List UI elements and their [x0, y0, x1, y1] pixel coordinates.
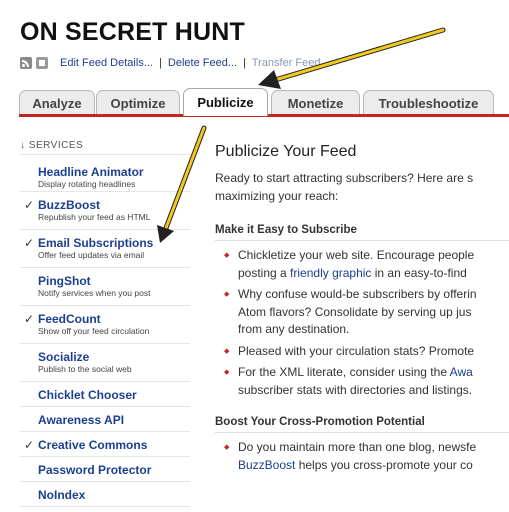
service-name[interactable]: Socialize	[38, 350, 190, 364]
bullet-line: Why confuse would-be subscribers by offe…	[238, 287, 477, 301]
list-item: For the XML literate, consider using the…	[215, 364, 509, 399]
bullet-text: posting a	[238, 265, 291, 280]
tab-publicize[interactable]: Publicize	[183, 88, 268, 116]
bullet-line: subscriber stats with directories and li…	[238, 382, 473, 397]
service-name[interactable]: Awareness API	[38, 413, 190, 427]
check-icon: ✓	[24, 236, 35, 250]
edit-feed-details-link[interactable]: Edit Feed Details...	[60, 57, 153, 69]
list-item: Chickletize your web site. Encourage peo…	[215, 247, 509, 282]
sidebar-item-creative-commons[interactable]: ✓ Creative Commons	[20, 432, 190, 457]
service-description: Display rotating headlines	[38, 179, 136, 189]
service-description: Offer feed updates via email	[38, 250, 145, 260]
feed-actions-bar: Edit Feed Details... | Delete Feed... | …	[20, 55, 330, 71]
services-list: Headline Animator Display rotating headl…	[20, 155, 190, 507]
separator: |	[159, 57, 162, 69]
bullet-line: Do you maintain more than one blog, news…	[238, 440, 477, 454]
service-name[interactable]: Chicklet Chooser	[38, 388, 190, 402]
list-item: Do you maintain more than one blog, news…	[215, 439, 509, 474]
intro-text: Ready to start attracting subscribers? H…	[215, 169, 509, 205]
feed-links: Edit Feed Details... | Delete Feed... | …	[60, 57, 330, 69]
sidebar-item-socialize[interactable]: Socialize Publish to the social web	[20, 344, 190, 382]
tab-analyze[interactable]: Analyze	[19, 90, 95, 115]
check-icon: ✓	[24, 312, 35, 326]
service-name[interactable]: PingShot	[38, 274, 190, 288]
services-sidebar: ↓ SERVICES Headline Animator Display rot…	[20, 132, 190, 507]
section-heading-subscribe: Make it Easy to Subscribe	[215, 224, 357, 236]
bullet-text: For the XML literate, consider using the	[238, 365, 450, 379]
bullet-line: For the XML literate, consider using the…	[238, 364, 509, 382]
sidebar-item-feedcount[interactable]: ✓ FeedCount Show off your feed circulati…	[20, 306, 190, 344]
service-description: Notify services when you post	[38, 288, 151, 298]
bullet-text: helps you cross-promote your co	[295, 457, 473, 472]
separator: |	[243, 57, 246, 69]
transfer-feed-link[interactable]: Transfer Feed...	[252, 57, 330, 69]
service-name[interactable]: BuzzBoost	[38, 198, 190, 212]
tab-monetize[interactable]: Monetize	[271, 90, 360, 115]
intro-line: maximizing your reach:	[215, 189, 339, 203]
tab-optimize[interactable]: Optimize	[96, 90, 180, 115]
tab-troubleshootize[interactable]: Troubleshootize	[363, 90, 494, 115]
list-item: Pleased with your circulation stats? Pro…	[215, 343, 509, 361]
feed-page-icon[interactable]	[36, 57, 48, 69]
bullet-line: Atom flavors? Consolidate by serving up …	[238, 304, 472, 319]
buzzboost-link[interactable]: BuzzBoost	[238, 458, 295, 472]
section-divider	[215, 432, 509, 433]
service-name[interactable]: Creative Commons	[38, 438, 190, 452]
bullet-text: in an easy-to-find	[371, 265, 467, 280]
rss-feed-icon[interactable]	[20, 57, 32, 69]
friendly-graphic-link[interactable]: friendly graphic	[290, 266, 371, 280]
section-heading-cross-promotion: Boost Your Cross-Promotion Potential	[215, 416, 425, 428]
sidebar-item-chicklet-chooser[interactable]: Chicklet Chooser	[20, 382, 190, 407]
service-name[interactable]: FeedCount	[38, 312, 190, 326]
bullet-line: from any destination.	[238, 322, 350, 336]
service-name[interactable]: NoIndex	[38, 488, 190, 502]
sidebar-item-pingshot[interactable]: PingShot Notify services when you post	[20, 268, 190, 306]
sidebar-item-password-protector[interactable]: Password Protector	[20, 457, 190, 482]
subscribe-tips-list: Chickletize your web site. Encourage peo…	[215, 247, 509, 399]
cross-promotion-list: Do you maintain more than one blog, news…	[215, 439, 509, 474]
site-title: ON SECRET HUNT	[20, 18, 246, 46]
check-icon: ✓	[24, 438, 35, 452]
services-header: ↓ SERVICES	[20, 132, 190, 155]
sidebar-item-email-subscriptions[interactable]: ✓ Email Subscriptions Offer feed updates…	[20, 230, 190, 268]
page-title: Publicize Your Feed	[215, 143, 357, 160]
intro-line: Ready to start attracting subscribers? H…	[215, 171, 474, 185]
awareness-api-link[interactable]: Awa	[450, 365, 473, 379]
service-name[interactable]: Email Subscriptions	[38, 236, 190, 250]
bullet-line: posting a friendly graphic in an easy-to…	[238, 265, 509, 283]
delete-feed-link[interactable]: Delete Feed...	[168, 57, 237, 69]
service-name[interactable]: Headline Animator	[38, 165, 190, 179]
bullet-line: Pleased with your circulation stats? Pro…	[238, 343, 475, 358]
check-icon: ✓	[24, 198, 35, 212]
service-description: Republish your feed as HTML	[38, 212, 151, 222]
main-content: Publicize Your Feed Ready to start attra…	[215, 140, 509, 478]
sidebar-item-buzzboost[interactable]: ✓ BuzzBoost Republish your feed as HTML	[20, 192, 190, 230]
service-name[interactable]: Password Protector	[38, 463, 190, 477]
sidebar-item-awareness-api[interactable]: Awareness API	[20, 407, 190, 432]
sidebar-item-noindex[interactable]: NoIndex	[20, 482, 190, 507]
service-description: Show off your feed circulation	[38, 326, 150, 336]
bullet-line: Chickletize your web site. Encourage peo…	[238, 248, 475, 262]
service-description: Publish to the social web	[38, 364, 132, 374]
list-item: Why confuse would-be subscribers by offe…	[215, 286, 509, 339]
section-divider	[215, 240, 509, 241]
bullet-line: BuzzBoost helps you cross-promote your c…	[238, 457, 509, 475]
sidebar-item-headline-animator[interactable]: Headline Animator Display rotating headl…	[20, 155, 190, 192]
